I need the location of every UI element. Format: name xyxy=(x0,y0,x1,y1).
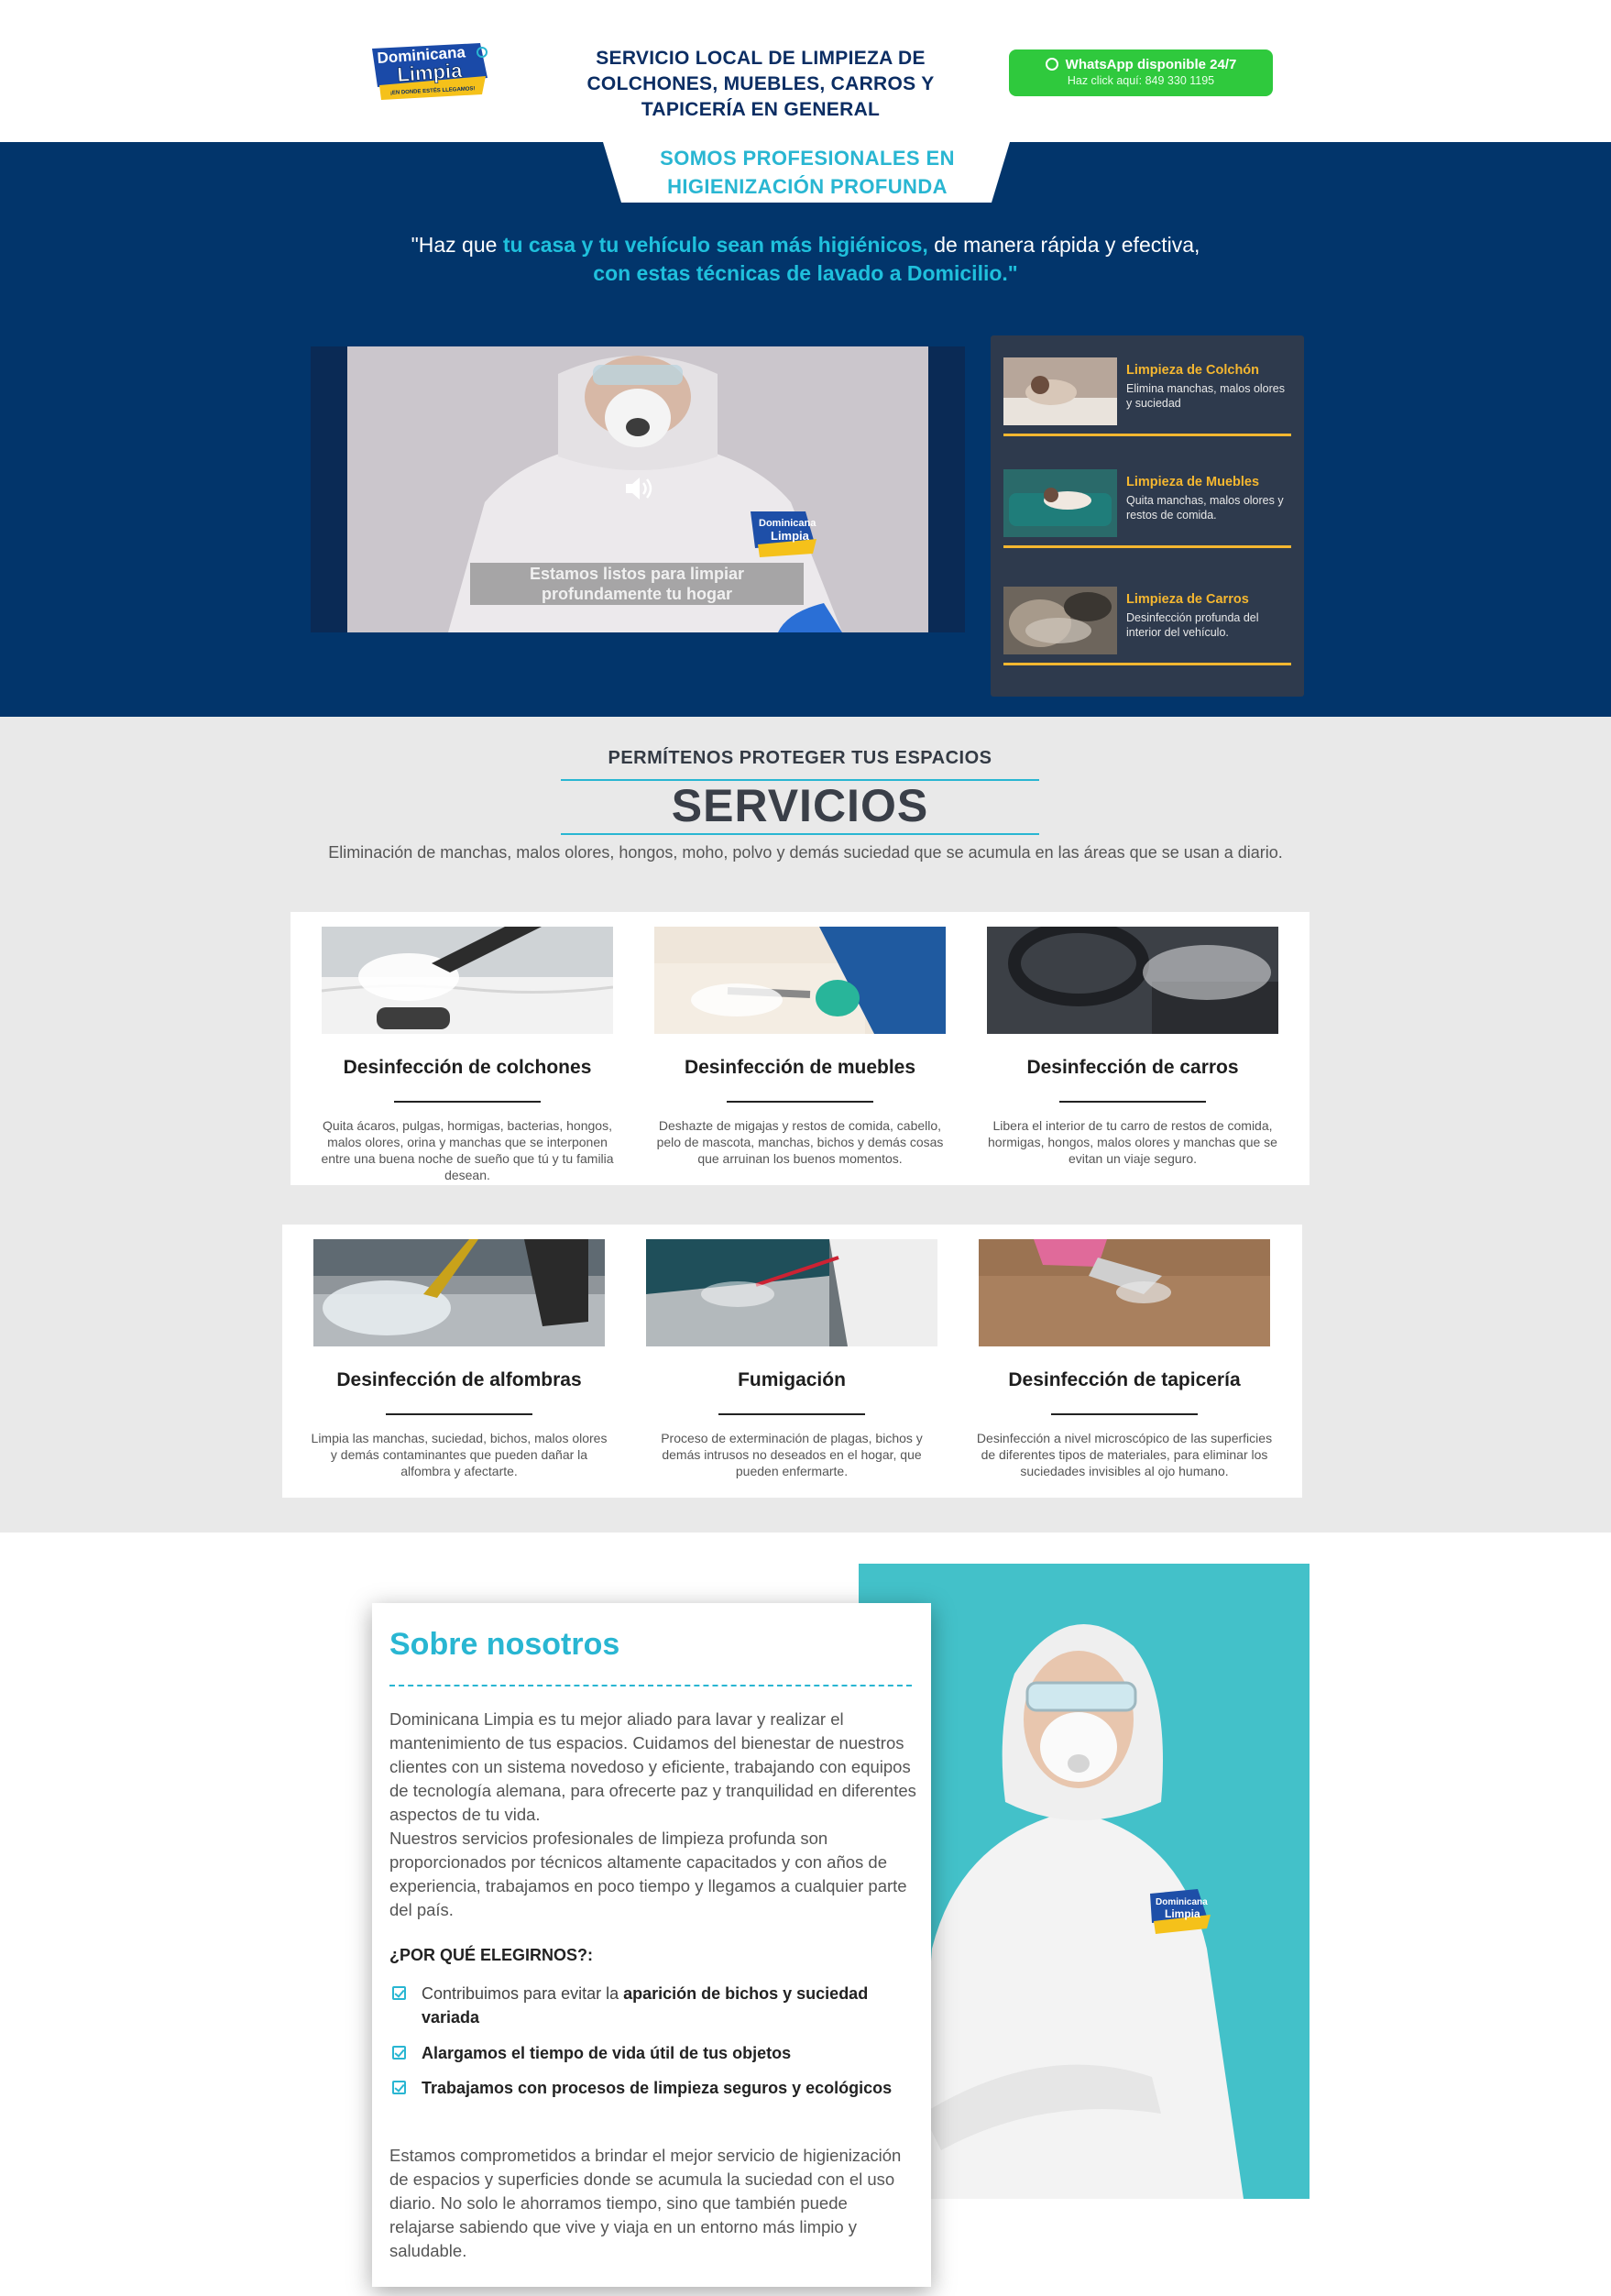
about-title: Sobre nosotros xyxy=(389,1627,620,1662)
side-service-title: Limpieza de Colchón xyxy=(1126,363,1260,378)
upholstery-cleaning-photo xyxy=(654,927,946,1034)
service-card-desc: Quita ácaros, pulgas, hormigas, bacteria… xyxy=(321,1118,614,1182)
service-card-desc: Limpia las manchas, suciedad, bichos, ma… xyxy=(311,1431,608,1478)
hero-quote: "Haz que tu casa y tu vehículo sean más … xyxy=(238,231,1373,288)
mattress-steam-photo xyxy=(322,927,613,1034)
service-card-title: Desinfección de alfombras xyxy=(336,1369,582,1390)
reason-bold: Alargamos el tiempo de vida útil de tus … xyxy=(422,2044,792,2062)
sofa-photo xyxy=(1003,469,1117,537)
side-service-desc: Elimina manchas, malos olores y suciedad xyxy=(1126,382,1285,410)
quote-highlight-2: con estas técnicas de lavado a Domicilio… xyxy=(593,261,1018,285)
about-paragraph-3: Estamos comprometidos a brindar el mejor… xyxy=(389,2146,902,2260)
service-card-title: Desinfección de carros xyxy=(1026,1057,1239,1078)
mattress-photo xyxy=(1003,357,1117,425)
services-row-2: Desinfección de alfombras Limpia las man… xyxy=(282,1225,1302,1498)
brand-logo[interactable]: Dominicana Limpia ¡EN DONDE ESTÉS LLEGAM… xyxy=(368,41,492,104)
reason-item: Alargamos el tiempo de vida útil de tus … xyxy=(389,2041,916,2065)
side-service-desc: Quita manchas, malos olores y restos de … xyxy=(1126,494,1284,522)
divider xyxy=(1003,545,1291,548)
checkbox-icon xyxy=(392,1986,406,2000)
checkbox-icon xyxy=(392,2046,406,2060)
services-heading: SERVICIOS xyxy=(671,780,929,831)
about-paragraph-2: Nuestros servicios profesionales de limp… xyxy=(389,1829,907,1919)
quote-highlight-1: tu casa y tu vehículo sean más higiénico… xyxy=(502,233,928,257)
whatsapp-button[interactable]: WhatsApp disponible 24/7 Haz click aquí:… xyxy=(1009,49,1273,96)
video-logo-text-2: Limpia xyxy=(771,529,810,543)
divider xyxy=(386,1413,532,1415)
divider xyxy=(394,1101,541,1103)
divider xyxy=(1003,434,1291,436)
quote-part-2: de manera rápida y efectiva, xyxy=(927,233,1200,257)
photo-logo-text-2: Limpia xyxy=(1165,1907,1200,1920)
video-logo-text-1: Dominicana xyxy=(759,518,816,529)
service-card-desc: Libera el interior de tu carro de restos… xyxy=(988,1118,1277,1166)
divider xyxy=(1051,1413,1198,1415)
side-service-desc: Desinfección profunda del interior del v… xyxy=(1126,611,1259,639)
quote-part-1: "Haz que xyxy=(411,233,503,257)
service-card-title: Desinfección de colchones xyxy=(343,1057,592,1078)
reason-item: Trabajamos con procesos de limpieza segu… xyxy=(389,2076,916,2100)
service-card-title: Fumigación xyxy=(738,1369,846,1390)
service-card-desc: Desinfección a nivel microscópico de las… xyxy=(976,1431,1273,1478)
service-card-title: Desinfección de tapicería xyxy=(1008,1369,1241,1390)
why-choose-us-title: ¿POR QUÉ ELEGIRNOS?: xyxy=(389,1946,594,1964)
about-photo-bottom xyxy=(1054,2199,1310,2296)
service-card-title: Desinfección de muebles xyxy=(684,1057,916,1078)
side-service-carros[interactable]: Limpieza de Carros Desinfección profunda… xyxy=(1003,565,1291,665)
hero-services-panel: Limpieza de Colchón Elimina manchas, mal… xyxy=(991,335,1304,697)
service-card-desc: Proceso de exterminación de plagas, bich… xyxy=(661,1431,923,1478)
reason-text: Contribuimos para evitar la xyxy=(422,1984,624,2003)
carpet-steam-photo xyxy=(313,1239,605,1346)
fumigation-photo xyxy=(646,1239,937,1346)
reason-bold: Trabajamos con procesos de limpieza segu… xyxy=(422,2079,893,2097)
service-card-desc: Deshazte de migajas y restos de comida, … xyxy=(656,1118,944,1166)
about-paragraph-1: Dominicana Limpia es tu mejor aliado par… xyxy=(389,1709,916,1824)
header-title: SERVICIO LOCAL DE LIMPIEZA DE COLCHONES,… xyxy=(586,48,935,120)
speaker-icon[interactable] xyxy=(623,475,656,502)
whatsapp-sub: Haz click aquí: 849 330 1195 xyxy=(1067,74,1215,87)
car-steering-photo xyxy=(987,927,1278,1034)
checkbox-icon xyxy=(392,2081,406,2094)
services-intro: Eliminación de manchas, malos olores, ho… xyxy=(328,843,1283,862)
photo-logo-text-1: Dominicana xyxy=(1156,1897,1208,1907)
divider xyxy=(389,1685,912,1686)
whatsapp-icon xyxy=(1045,58,1058,71)
upholstery-vacuum-photo xyxy=(979,1239,1270,1346)
logo-text-2: Limpia xyxy=(397,59,464,86)
divider xyxy=(718,1413,865,1415)
services-kicker: PERMÍTENOS PROTEGER TUS ESPACIOS xyxy=(608,748,992,768)
car-interior-photo xyxy=(1003,587,1117,654)
video-caption: Estamos listos para limpiar profundament… xyxy=(470,563,804,605)
side-service-title: Limpieza de Muebles xyxy=(1126,475,1260,489)
hero-tab-text: SOMOS PROFESIONALES EN HIGIENIZACIÓN PRO… xyxy=(660,147,955,198)
divider xyxy=(1059,1101,1206,1103)
about-card: Sobre nosotros Dominicana Limpia es tu m… xyxy=(372,1603,931,2287)
side-service-title: Limpieza de Carros xyxy=(1126,592,1249,607)
divider xyxy=(1003,663,1291,665)
services-row-1: Desinfección de colchones Quita ácaros, … xyxy=(290,912,1310,1185)
divider xyxy=(727,1101,873,1103)
reason-item: Contribuimos para evitar la aparición de… xyxy=(389,1982,916,2029)
side-service-muebles[interactable]: Limpieza de Muebles Quita manchas, malos… xyxy=(1003,447,1291,548)
whatsapp-label: WhatsApp disponible 24/7 xyxy=(1065,57,1237,72)
side-service-colchon[interactable]: Limpieza de Colchón Elimina manchas, mal… xyxy=(1003,335,1291,436)
divider xyxy=(561,833,1039,835)
